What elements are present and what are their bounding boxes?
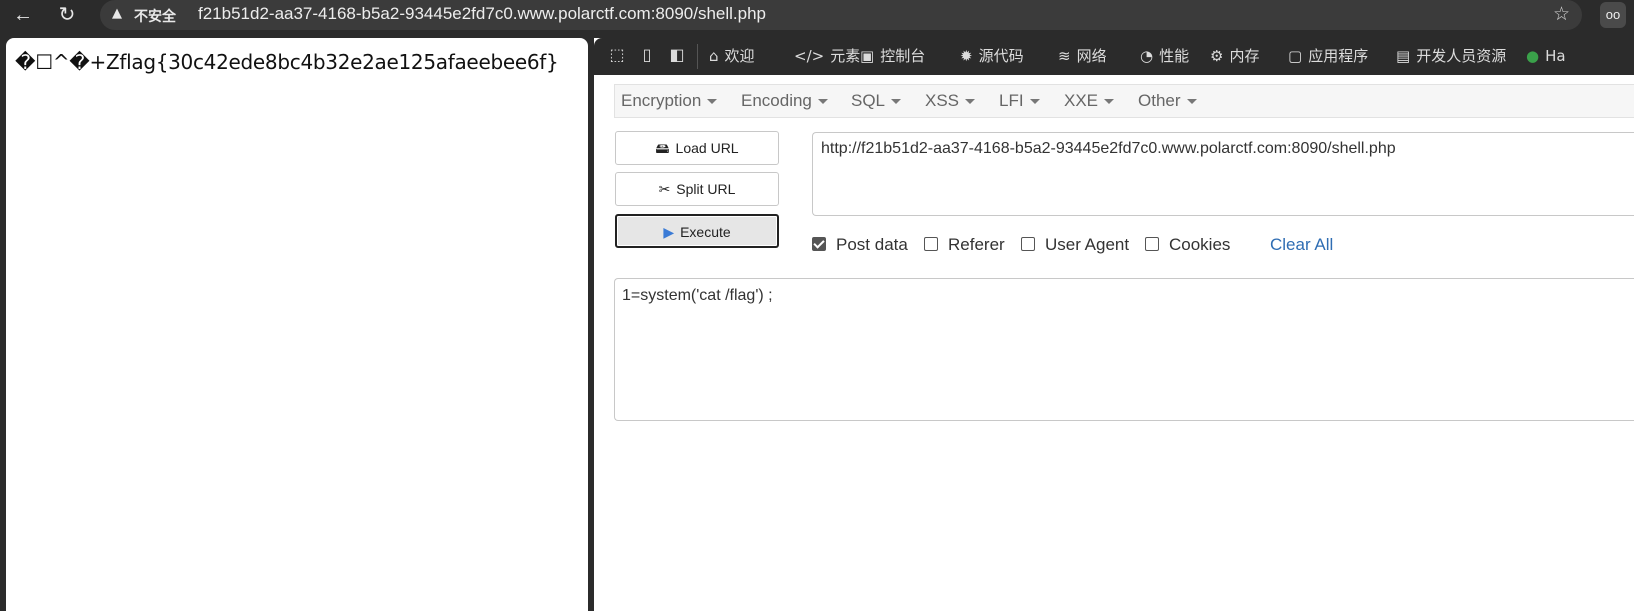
tab-memory-label: 内存 — [1229, 47, 1260, 65]
post-data-checkbox[interactable] — [812, 237, 826, 251]
menu-xxe-label: XXE — [1064, 91, 1099, 110]
clear-all-link[interactable]: Clear All — [1270, 235, 1333, 255]
menu-other[interactable]: Other — [1138, 91, 1197, 111]
url-input[interactable]: http://f21b51d2-aa37-4168-b5a2-93445e2fd… — [812, 132, 1634, 216]
address-url[interactable]: f21b51d2-aa37-4168-b5a2-93445e2fd7c0.www… — [198, 4, 766, 24]
application-icon: ▢ — [1288, 47, 1303, 65]
cookies-checkbox[interactable] — [1145, 237, 1159, 251]
tab-sources-label: 源代码 — [978, 47, 1024, 65]
tab-performance-label: 性能 — [1159, 47, 1190, 65]
post-data-option[interactable]: Post data — [812, 235, 908, 255]
cookies-option[interactable]: Cookies — [1145, 235, 1230, 255]
caret-down-icon — [965, 99, 976, 105]
tab-console-label: 控制台 — [880, 47, 926, 65]
load-url-button[interactable]: 🖴 Load URL — [615, 131, 779, 165]
user-agent-option[interactable]: User Agent — [1021, 235, 1129, 255]
split-url-label: Split URL — [676, 181, 736, 197]
tab-network[interactable]: ≋ 网络 — [1058, 38, 1107, 75]
tab-welcome-label: 欢迎 — [724, 47, 755, 65]
tab-application[interactable]: ▢ 应用程序 — [1288, 38, 1368, 75]
profile-icon[interactable]: oo — [1600, 2, 1626, 28]
tab-welcome[interactable]: ⌂ 欢迎 — [709, 38, 755, 75]
gauge-icon: ◔ — [1140, 47, 1154, 65]
load-url-label: Load URL — [675, 140, 739, 156]
menu-xss[interactable]: XSS — [925, 91, 976, 111]
page-content: �☐^�+Zflag{30c42ede8bc4b32e2ae125afaeebe… — [6, 38, 588, 611]
tab-developer-resources-label: 开发人员资源 — [1416, 47, 1507, 65]
referer-label: Referer — [948, 235, 1005, 254]
referer-option[interactable]: Referer — [924, 235, 1005, 255]
menu-xss-label: XSS — [925, 91, 960, 110]
cookies-label: Cookies — [1169, 235, 1231, 254]
wifi-icon: ≋ — [1058, 47, 1071, 65]
dock-side-icon[interactable]: ◧ — [666, 45, 688, 67]
execute-button[interactable]: ▶ Execute — [615, 214, 779, 248]
caret-down-icon — [1186, 99, 1197, 105]
tab-performance[interactable]: ◔ 性能 — [1140, 38, 1189, 75]
scissors-icon: ✂ — [658, 181, 671, 197]
split-url-button[interactable]: ✂ Split URL — [615, 172, 779, 206]
inspect-icon[interactable]: ⬚ — [606, 45, 628, 67]
console-icon: ▣ — [860, 47, 875, 65]
menu-encoding-label: Encoding — [741, 91, 812, 110]
menu-sql[interactable]: SQL — [851, 91, 902, 111]
warning-icon[interactable]: ▲ — [112, 6, 122, 21]
post-data-label: Post data — [836, 235, 908, 254]
menu-encryption-label: Encryption — [621, 91, 702, 110]
tab-hackbar-label: Ha — [1545, 47, 1566, 65]
menu-xxe[interactable]: XXE — [1064, 91, 1115, 111]
tab-developer-resources[interactable]: ▤ 开发人员资源 — [1396, 38, 1506, 75]
tab-application-label: 应用程序 — [1308, 47, 1369, 65]
menu-lfi[interactable]: LFI — [999, 91, 1040, 111]
user-agent-checkbox[interactable] — [1021, 237, 1035, 251]
browser-toolbar: ← ↻ ▲ 不安全 f21b51d2-aa37-4168-b5a2-93445e… — [0, 0, 1634, 30]
back-arrow-icon[interactable]: ← — [10, 2, 36, 28]
post-data-value: 1=system('cat /flag') ; — [622, 287, 773, 304]
menu-encoding[interactable]: Encoding — [741, 91, 828, 111]
tab-memory[interactable]: ⚙ 内存 — [1210, 38, 1259, 75]
devtools-panel: ⬚ ▯ ◧ ⌂ 欢迎 </> 元素 ▣ 控制台 ✹ 源代码 ≋ 网络 ◔ 性能 ⚙ 内存 ▢ 应… — [594, 38, 1634, 611]
page-output-text: �☐^�+Zflag{30c42ede8bc4b32e2ae125afaeebe… — [15, 50, 559, 74]
menu-lfi-label: LFI — [999, 91, 1024, 110]
tab-elements-label: 元素 — [830, 47, 861, 65]
device-toolbar-icon[interactable]: ▯ — [636, 45, 658, 67]
caret-down-icon — [1029, 99, 1040, 105]
tab-console[interactable]: ▣ 控制台 — [860, 38, 925, 75]
execute-label: Execute — [680, 224, 731, 240]
star-icon[interactable]: ☆ — [1553, 3, 1570, 26]
chip-icon: ⚙ — [1210, 47, 1224, 65]
hackbar-icon: ● — [1526, 47, 1540, 65]
address-bar[interactable]: ▲ 不安全 f21b51d2-aa37-4168-b5a2-93445e2fd7… — [100, 0, 1582, 30]
caret-down-icon — [707, 99, 718, 105]
menu-encryption[interactable]: Encryption — [621, 91, 718, 111]
home-icon: ⌂ — [709, 47, 719, 65]
bug-icon: ✹ — [960, 47, 973, 65]
caret-down-icon — [891, 99, 902, 105]
referer-checkbox[interactable] — [924, 237, 938, 251]
document-icon: ▤ — [1396, 47, 1411, 65]
tab-separator — [697, 44, 698, 69]
insecure-label[interactable]: 不安全 — [134, 6, 176, 26]
play-icon: ▶ — [663, 224, 675, 240]
url-input-value: http://f21b51d2-aa37-4168-b5a2-93445e2fd… — [821, 140, 1396, 157]
hackbar-menu: Encryption Encoding SQL XSS LFI XXE Othe… — [614, 84, 1634, 118]
devtools-tab-bar: ⬚ ▯ ◧ ⌂ 欢迎 </> 元素 ▣ 控制台 ✹ 源代码 ≋ 网络 ◔ 性能 ⚙ 内存 ▢ 应… — [594, 38, 1634, 75]
post-data-input[interactable]: 1=system('cat /flag') ; — [614, 278, 1634, 421]
reload-icon[interactable]: ↻ — [54, 2, 80, 28]
code-icon: </> — [794, 47, 825, 65]
tab-elements[interactable]: </> 元素 — [794, 38, 860, 75]
caret-down-icon — [1104, 99, 1115, 105]
user-agent-label: User Agent — [1045, 235, 1130, 254]
load-icon: 🖴 — [655, 140, 670, 156]
tab-sources[interactable]: ✹ 源代码 — [960, 38, 1024, 75]
tab-hackbar[interactable]: ● Ha — [1526, 38, 1566, 75]
menu-other-label: Other — [1138, 91, 1181, 110]
caret-down-icon — [817, 99, 828, 105]
tab-network-label: 网络 — [1076, 47, 1107, 65]
menu-sql-label: SQL — [851, 91, 886, 110]
